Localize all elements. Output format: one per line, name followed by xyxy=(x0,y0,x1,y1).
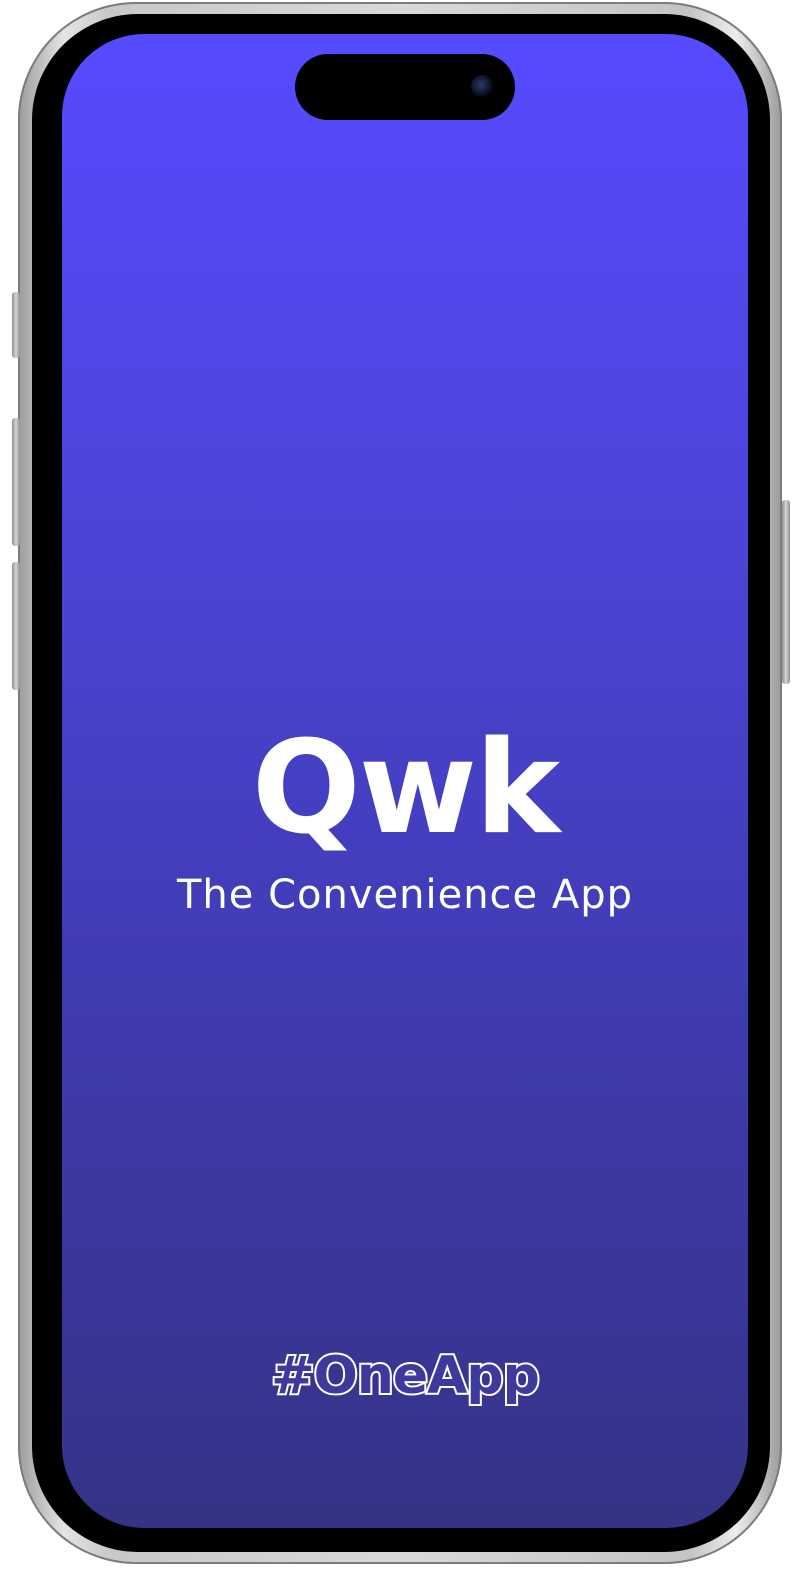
app-tagline: The Convenience App xyxy=(176,872,634,918)
dynamic-island xyxy=(295,54,515,120)
app-logo: Qwk xyxy=(251,714,560,863)
action-button xyxy=(12,292,20,358)
hashtag-label: #OneApp xyxy=(269,1344,542,1408)
camera-icon xyxy=(471,75,493,97)
volume-down-button xyxy=(12,562,20,690)
power-button xyxy=(782,500,790,684)
volume-up-button xyxy=(12,418,20,546)
splash-screen: Qwk The Convenience App #OneApp xyxy=(62,34,748,1528)
